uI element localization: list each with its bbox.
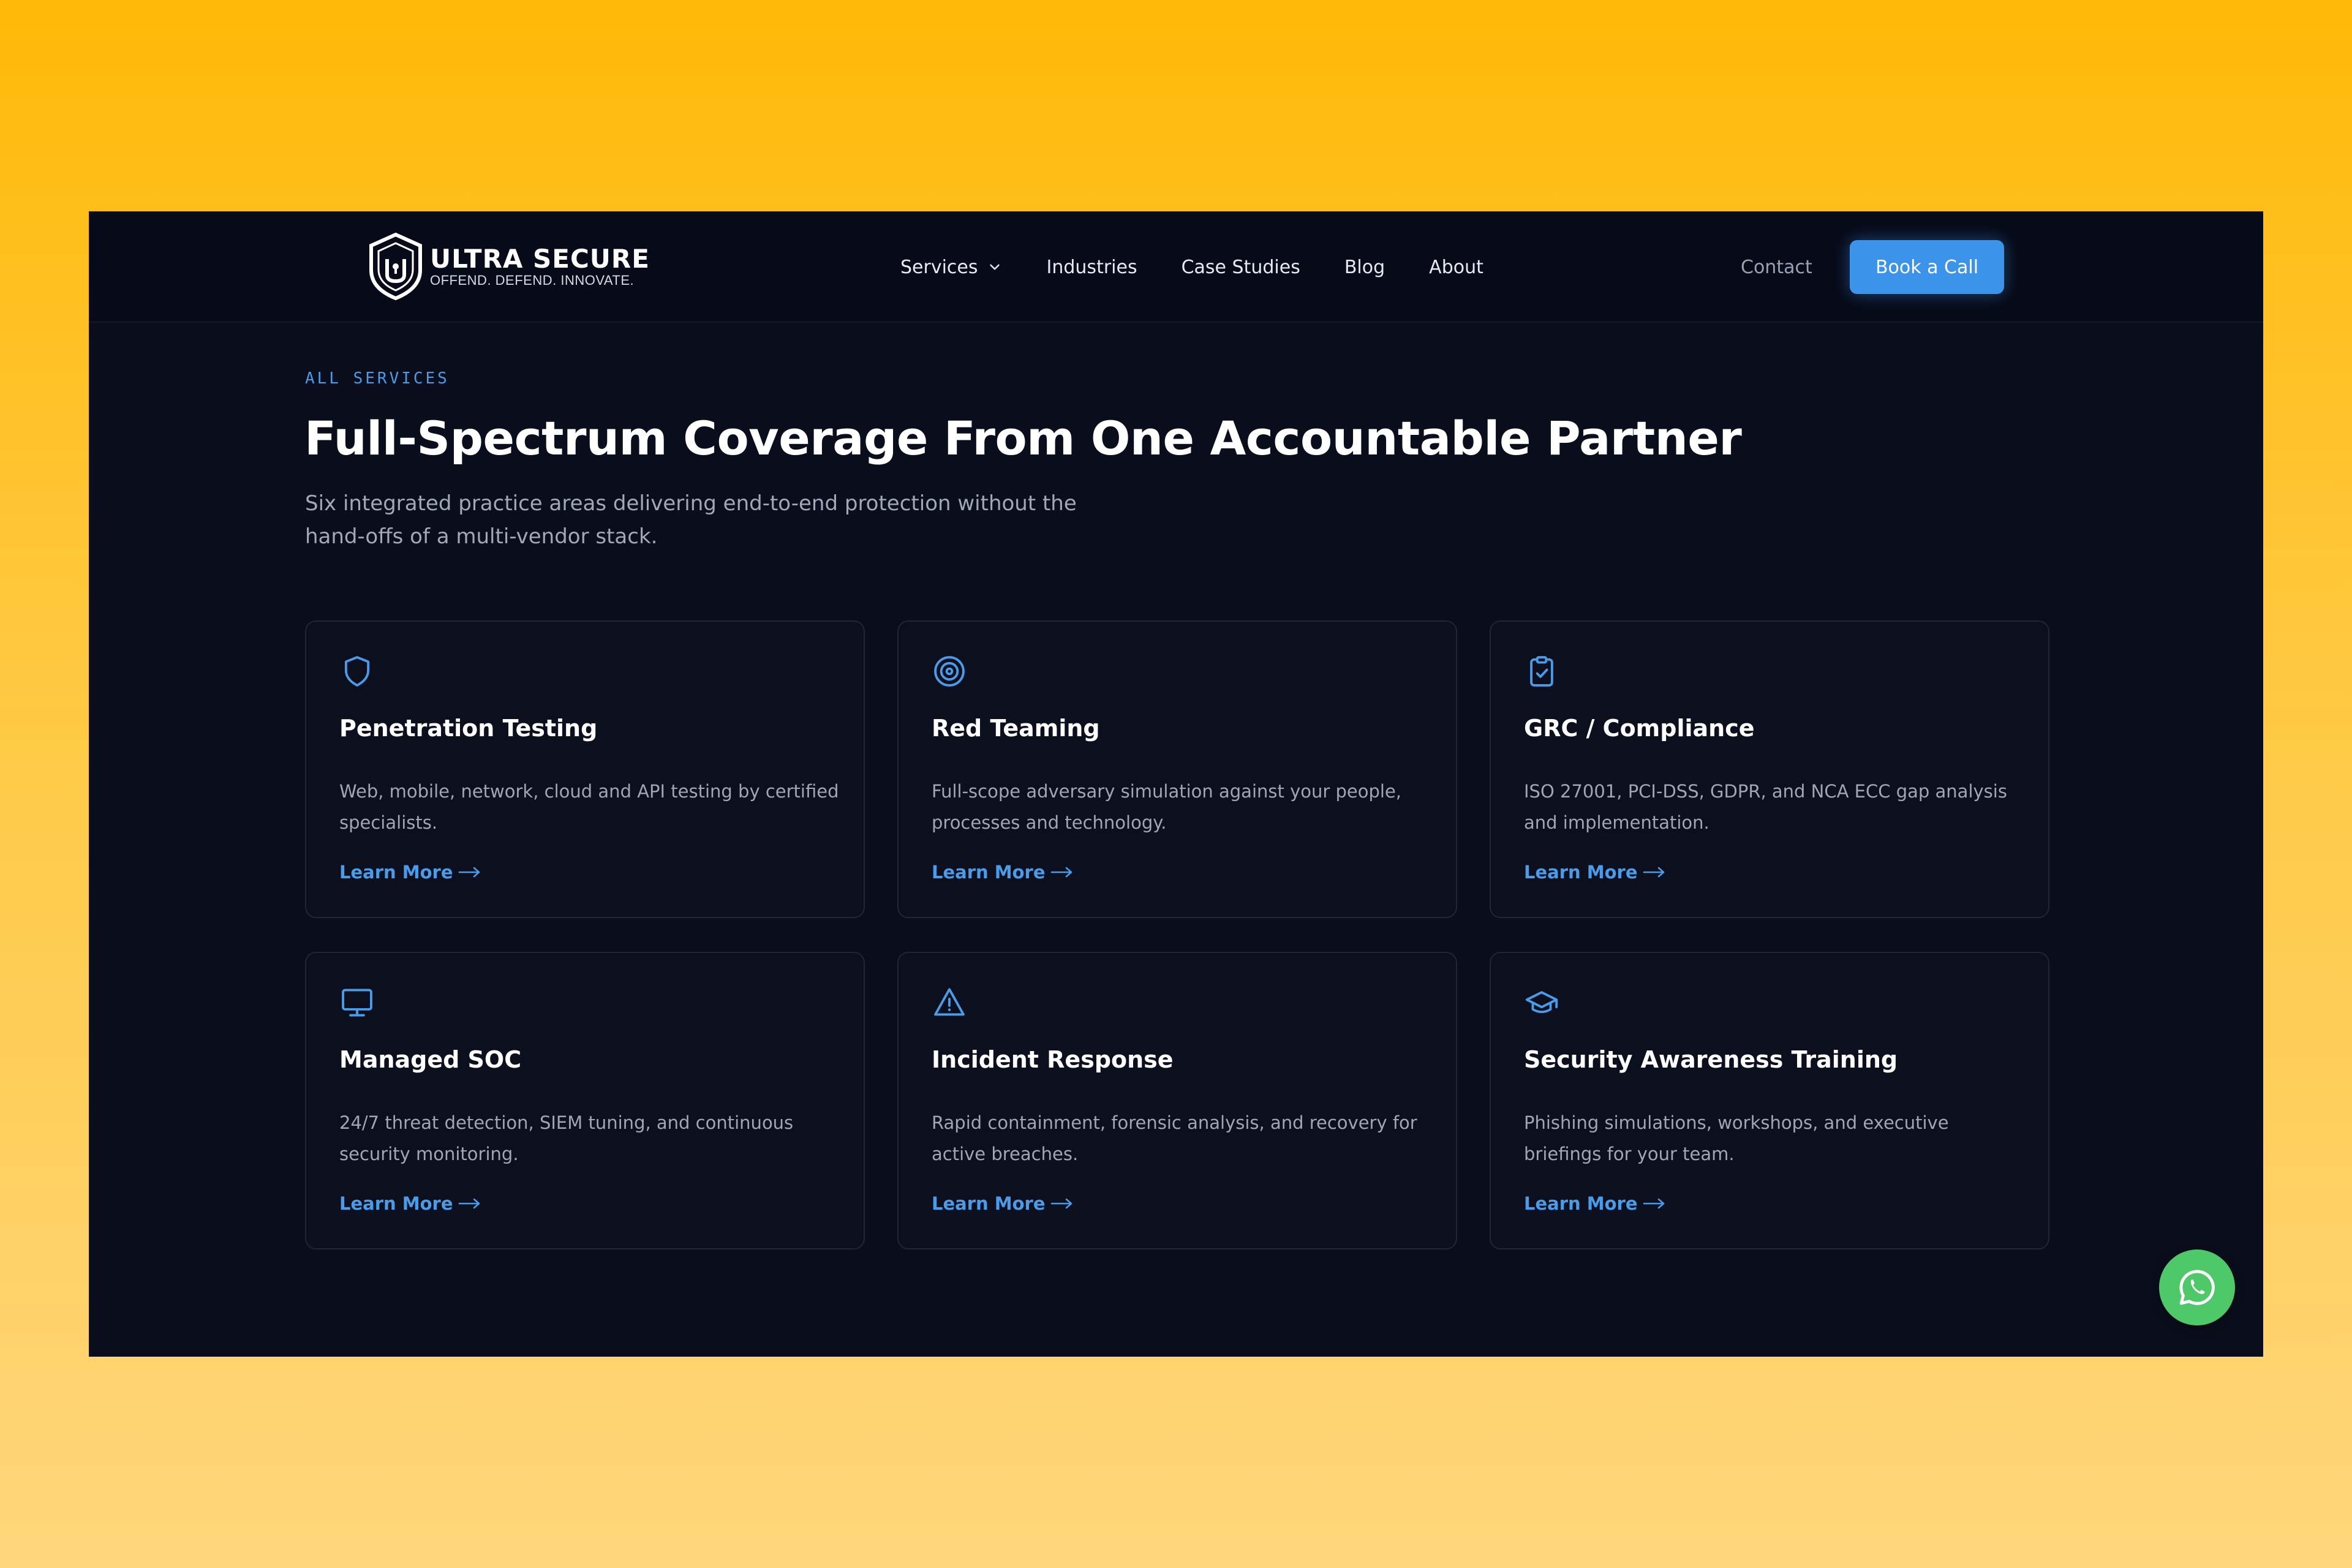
card-description: Full-scope adversary simulation against … xyxy=(932,781,1402,833)
service-card-red-teaming[interactable]: Red Teaming Full-scope adversary simulat… xyxy=(897,620,1457,918)
card-title: GRC / Compliance xyxy=(1524,715,1755,742)
arrow-right-icon xyxy=(1643,1198,1664,1209)
learn-more-link[interactable]: Learn More xyxy=(932,862,1074,883)
learn-more-label: Learn More xyxy=(1524,1193,1638,1214)
card-description: Rapid containment, forensic analysis, an… xyxy=(932,1112,1417,1164)
learn-more-link[interactable]: Learn More xyxy=(339,1193,481,1214)
whatsapp-chat-button[interactable] xyxy=(2159,1250,2235,1325)
learn-more-link[interactable]: Learn More xyxy=(1524,862,1666,883)
page-subtitle: Six integrated practice areas delivering… xyxy=(305,491,1077,549)
site-window: ULTRA SECURE OFFEND. DEFEND. INNOVATE. S… xyxy=(89,211,2263,1357)
brand-tagline: OFFEND. DEFEND. INNOVATE. xyxy=(430,273,635,288)
services-grid: Penetration Testing Web, mobile, network… xyxy=(305,620,2051,1250)
chevron-down-icon xyxy=(989,264,1000,270)
brand-logo[interactable]: ULTRA SECURE OFFEND. DEFEND. INNOVATE. xyxy=(368,230,650,303)
book-a-call-button[interactable]: Book a Call xyxy=(1850,240,2004,294)
card-title: Penetration Testing xyxy=(339,715,598,742)
nav-item-about[interactable]: About xyxy=(1429,257,1483,278)
section-eyebrow: ALL SERVICES xyxy=(305,369,450,388)
shield-icon xyxy=(344,656,370,687)
learn-more-label: Learn More xyxy=(339,862,453,883)
arrow-right-icon xyxy=(458,867,480,878)
top-navigation: ULTRA SECURE OFFEND. DEFEND. INNOVATE. S… xyxy=(89,211,2263,323)
learn-more-link[interactable]: Learn More xyxy=(339,862,481,883)
page-title: Full-Spectrum Coverage From One Accounta… xyxy=(304,411,1742,466)
card-description: 24/7 threat detection, SIEM tuning, and … xyxy=(339,1112,794,1164)
learn-more-link[interactable]: Learn More xyxy=(1524,1193,1666,1214)
learn-more-label: Learn More xyxy=(932,1193,1046,1214)
main-menu: Services Industries Case Studies Blog Ab… xyxy=(900,211,1528,323)
card-description: Phishing simulations, workshops, and exe… xyxy=(1524,1112,1949,1164)
learn-more-label: Learn More xyxy=(932,862,1046,883)
arrow-right-icon xyxy=(458,1198,480,1209)
nav-item-label: About xyxy=(1429,256,1483,278)
arrow-right-icon xyxy=(1050,867,1072,878)
nav-item-label: Case Studies xyxy=(1181,256,1300,278)
nav-item-label: Services xyxy=(900,256,978,278)
card-title: Red Teaming xyxy=(932,715,1100,742)
nav-item-blog[interactable]: Blog xyxy=(1344,257,1385,278)
clipboard-check-icon xyxy=(1530,656,1553,687)
learn-more-link[interactable]: Learn More xyxy=(932,1193,1074,1214)
nav-item-services[interactable]: Services xyxy=(900,257,1003,278)
card-title: Security Awareness Training xyxy=(1524,1046,1898,1073)
learn-more-label: Learn More xyxy=(1524,862,1638,883)
warning-triangle-icon xyxy=(934,988,965,1016)
brand-name: ULTRA SECURE xyxy=(430,244,650,274)
nav-item-label: Industries xyxy=(1046,256,1137,278)
arrow-right-icon xyxy=(1050,1198,1072,1209)
monitor-icon xyxy=(342,989,372,1017)
service-card-penetration-testing[interactable]: Penetration Testing Web, mobile, network… xyxy=(305,620,865,918)
card-description: ISO 27001, PCI-DSS, GDPR, and NCA ECC ga… xyxy=(1524,781,2007,833)
service-card-security-awareness-training[interactable]: Security Awareness Training Phishing sim… xyxy=(1490,952,2049,1250)
arrow-right-icon xyxy=(1643,867,1664,878)
learn-more-label: Learn More xyxy=(339,1193,453,1214)
card-description: Web, mobile, network, cloud and API test… xyxy=(339,781,839,833)
service-card-incident-response[interactable]: Incident Response Rapid containment, for… xyxy=(897,952,1457,1250)
nav-item-case-studies[interactable]: Case Studies xyxy=(1182,257,1300,278)
card-title: Managed SOC xyxy=(339,1046,522,1073)
shield-logo-icon xyxy=(369,232,422,301)
service-card-managed-soc[interactable]: Managed SOC 24/7 threat detection, SIEM … xyxy=(305,952,865,1250)
whatsapp-icon xyxy=(2179,1270,2215,1305)
graduation-cap-icon xyxy=(1525,991,1558,1014)
card-title: Incident Response xyxy=(932,1046,1174,1073)
nav-item-label: Blog xyxy=(1344,256,1385,278)
contact-link[interactable]: Contact xyxy=(1741,211,1812,323)
service-card-grc-compliance[interactable]: GRC / Compliance ISO 27001, PCI-DSS, GDP… xyxy=(1490,620,2049,918)
nav-item-industries[interactable]: Industries xyxy=(1047,257,1137,278)
target-icon xyxy=(934,656,965,687)
